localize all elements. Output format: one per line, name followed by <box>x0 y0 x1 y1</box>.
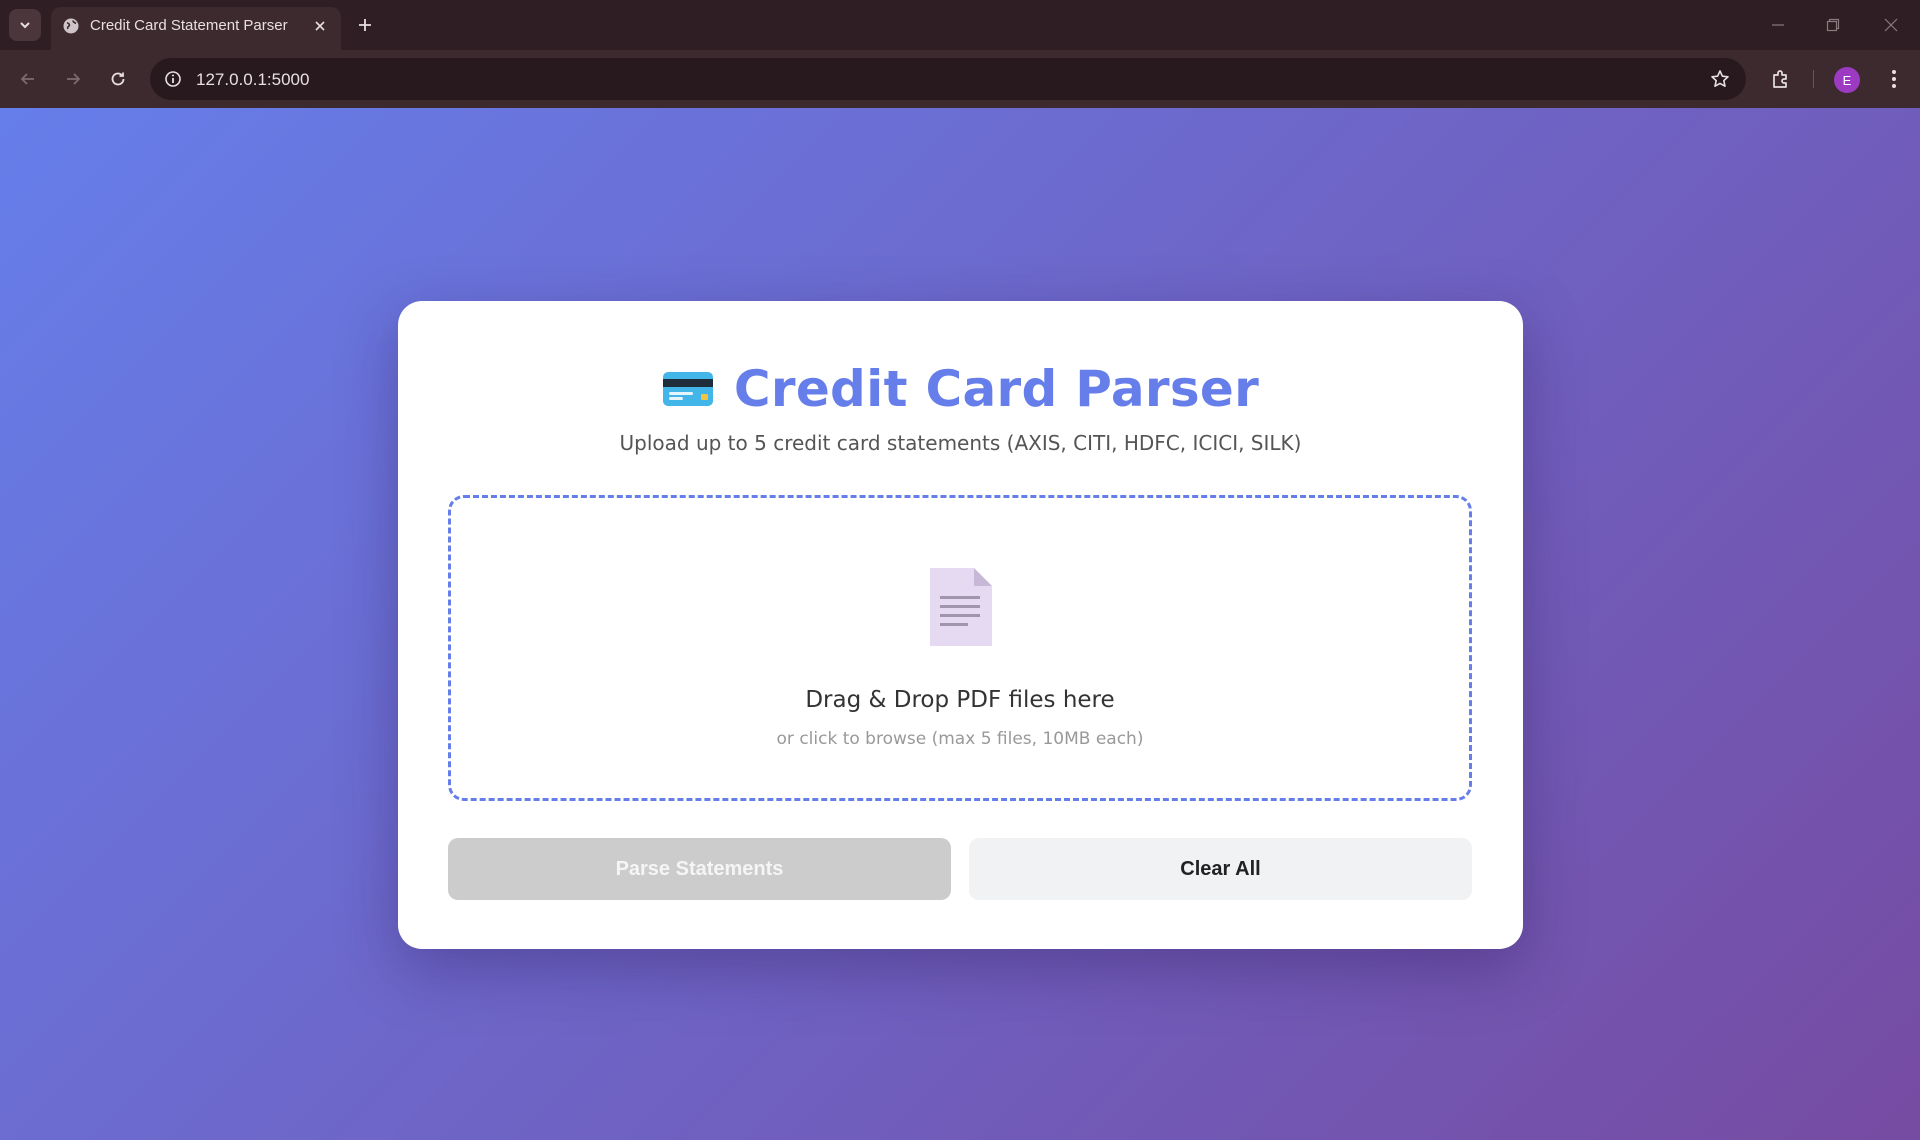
address-bar[interactable]: 127.0.0.1:5000 <box>150 58 1746 100</box>
reload-icon <box>111 72 125 86</box>
bookmark-button[interactable] <box>1708 67 1732 91</box>
reload-button[interactable] <box>104 65 132 93</box>
globe-icon <box>63 18 79 34</box>
plus-icon <box>359 19 371 31</box>
restore-button[interactable] <box>1820 12 1846 38</box>
tab-title: Credit Card Statement Parser <box>90 17 288 34</box>
parse-statements-button[interactable]: Parse Statements <box>448 838 951 900</box>
clear-all-button[interactable]: Clear All <box>969 838 1472 900</box>
new-tab-button[interactable] <box>352 12 378 38</box>
restore-icon <box>1826 18 1840 32</box>
profile-avatar[interactable]: E <box>1834 67 1860 93</box>
chevron-down-icon <box>20 22 30 29</box>
url-text: 127.0.0.1:5000 <box>196 70 310 89</box>
puzzle-icon <box>1773 70 1787 88</box>
document-icon <box>930 568 992 646</box>
star-icon <box>1711 70 1729 87</box>
minimize-icon <box>1772 24 1784 26</box>
browser-toolbar: 127.0.0.1:5000 <box>0 50 1920 108</box>
extensions-button[interactable] <box>1767 65 1795 93</box>
more-vertical-icon <box>1892 70 1896 88</box>
close-icon <box>1884 18 1898 32</box>
file-dropzone[interactable]: Drag & Drop PDF files here or click to b… <box>448 495 1472 801</box>
minimize-button[interactable] <box>1765 12 1791 38</box>
arrow-right-icon <box>67 73 81 85</box>
tab-search-button[interactable] <box>9 9 41 41</box>
forward-button[interactable] <box>59 65 87 93</box>
arrow-left-icon <box>20 73 34 85</box>
toolbar-divider <box>1813 70 1814 88</box>
info-icon <box>165 71 181 87</box>
site-info-button[interactable] <box>160 66 186 92</box>
tab-strip: Credit Card Statement Parser <box>0 0 1920 50</box>
dropzone-title: Drag & Drop PDF files here <box>805 687 1115 713</box>
tab-close-button[interactable] <box>309 15 331 37</box>
page-viewport: Credit Card Parser Upload up to 5 credit… <box>0 108 1920 1140</box>
page-header: Credit Card Parser <box>398 359 1523 419</box>
credit-card-icon <box>662 372 713 406</box>
close-icon <box>315 21 325 31</box>
back-button[interactable] <box>14 65 42 93</box>
dropzone-hint: or click to browse (max 5 files, 10MB ea… <box>776 729 1144 749</box>
browser-menu-button[interactable] <box>1880 65 1908 93</box>
browser-tab-active[interactable]: Credit Card Statement Parser <box>51 7 341 50</box>
page-title: Credit Card Parser <box>733 360 1260 418</box>
window-close-button[interactable] <box>1878 12 1904 38</box>
page-subtitle: Upload up to 5 credit card statements (A… <box>619 431 1302 455</box>
upload-card: Credit Card Parser Upload up to 5 credit… <box>398 301 1523 949</box>
